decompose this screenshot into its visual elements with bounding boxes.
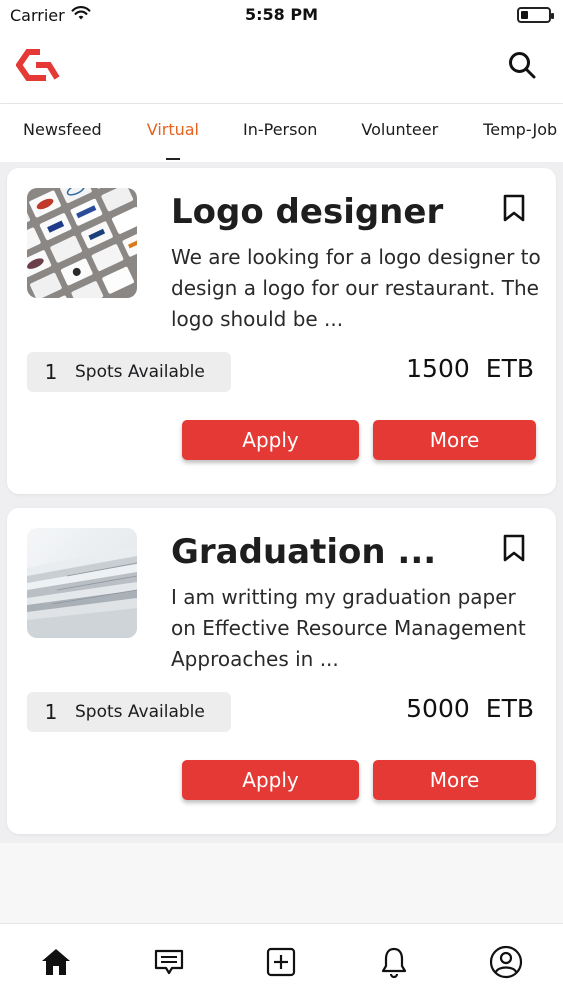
more-button[interactable]: More	[373, 420, 536, 460]
carrier-label: Carrier	[10, 5, 65, 25]
notifications-icon[interactable]	[376, 944, 412, 980]
bottom-nav	[0, 923, 563, 1000]
price-currency: ETB	[485, 694, 534, 723]
tab-label: Virtual	[146, 120, 199, 139]
spots-badge: 1 Spots Available	[27, 352, 231, 392]
spots-count: 1	[44, 360, 58, 384]
job-price: 5000 ETB	[406, 694, 534, 723]
price-amount: 5000	[406, 694, 470, 723]
job-title[interactable]: Graduation ...	[171, 532, 436, 572]
bookmark-icon[interactable]	[502, 194, 526, 226]
tab-newsfeed[interactable]: Newsfeed	[23, 120, 102, 139]
category-tabs: Newsfeed Virtual In-Person Volunteer Tem…	[0, 104, 563, 162]
home-icon[interactable]	[38, 944, 74, 980]
tab-label: In-Person	[243, 120, 318, 139]
more-button[interactable]: More	[373, 760, 536, 800]
wifi-icon	[71, 5, 91, 25]
job-card[interactable]: Logo designer We are looking for a logo …	[7, 168, 556, 494]
job-title[interactable]: Logo designer	[171, 192, 443, 232]
job-description: I am writting my graduation paper on Eff…	[171, 585, 526, 671]
price-amount: 1500	[406, 354, 470, 383]
tab-label: Newsfeed	[23, 120, 102, 139]
active-tab-indicator	[165, 158, 180, 160]
search-icon[interactable]	[507, 50, 537, 84]
app-header	[0, 30, 563, 104]
tab-temp-job[interactable]: Temp-Job	[483, 120, 557, 139]
status-left: Carrier	[10, 5, 91, 25]
job-description: We are looking for a logo designer to de…	[171, 245, 541, 331]
battery-icon	[517, 7, 554, 23]
job-card[interactable]: Graduation ... I am writting my graduati…	[7, 508, 556, 834]
apply-button[interactable]: Apply	[182, 420, 359, 460]
app-logo-icon[interactable]	[15, 48, 60, 86]
spots-label: Spots Available	[75, 362, 205, 382]
paper-stack-image	[27, 528, 137, 638]
tab-virtual[interactable]: Virtual	[146, 120, 199, 160]
status-bar: Carrier 5:58 PM	[0, 0, 563, 30]
spots-count: 1	[44, 700, 58, 724]
price-currency: ETB	[485, 354, 534, 383]
add-post-icon[interactable]	[263, 944, 299, 980]
tab-in-person[interactable]: In-Person	[243, 120, 317, 139]
profile-icon[interactable]	[488, 944, 524, 980]
apply-button[interactable]: Apply	[182, 760, 359, 800]
job-price: 1500 ETB	[406, 354, 534, 383]
tab-label: Volunteer	[361, 120, 439, 139]
messages-icon[interactable]	[151, 944, 187, 980]
tab-volunteer[interactable]: Volunteer	[361, 120, 438, 139]
battery-level	[521, 11, 528, 19]
logo-cards-image	[27, 188, 137, 298]
feed-end-area	[0, 843, 563, 923]
tab-label: Temp-Job	[483, 120, 558, 139]
spots-label: Spots Available	[75, 702, 205, 722]
job-feed[interactable]: Logo designer We are looking for a logo …	[0, 162, 563, 852]
bookmark-icon[interactable]	[502, 534, 526, 566]
spots-badge: 1 Spots Available	[27, 692, 231, 732]
